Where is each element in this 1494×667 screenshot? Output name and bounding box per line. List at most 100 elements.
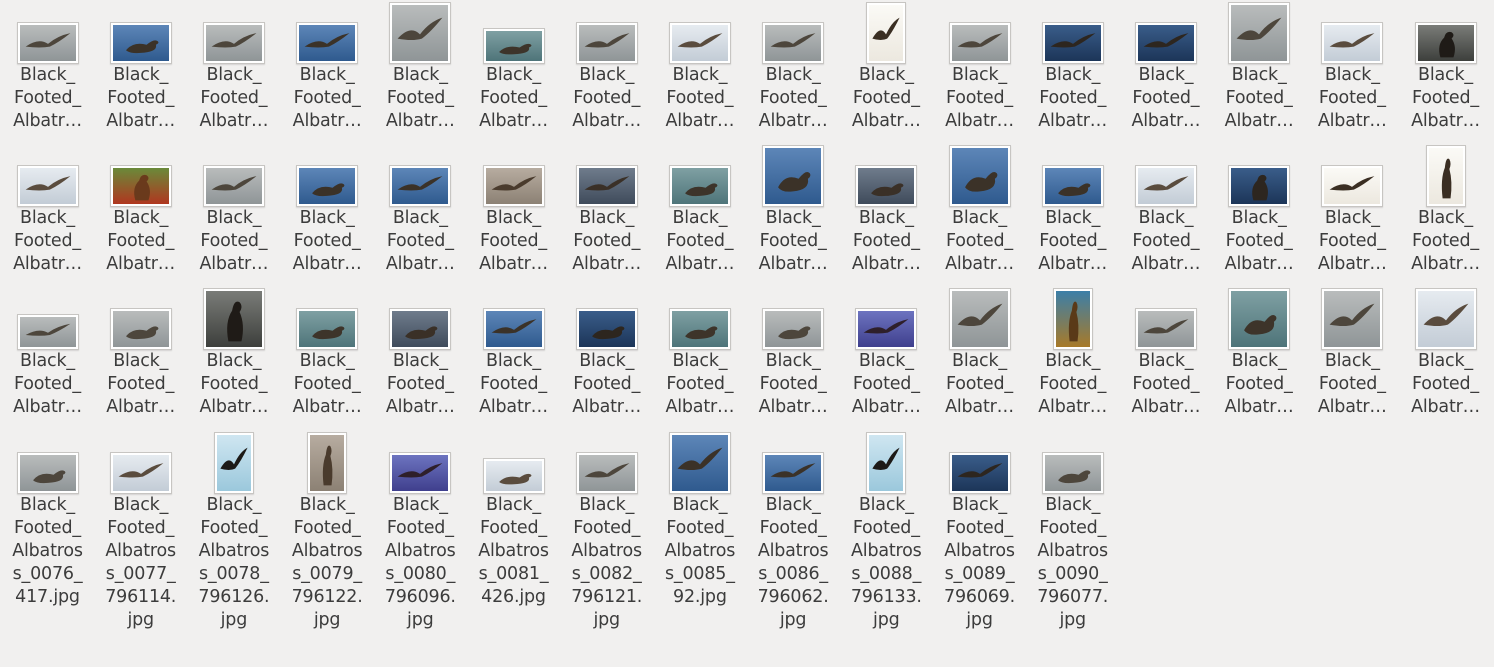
file-name-line: Black_ xyxy=(299,65,355,85)
file-name-line: s_0081_ xyxy=(478,564,549,584)
file-name-line: Black_ xyxy=(206,495,262,515)
file-name-line: Albatr… xyxy=(292,397,362,417)
file-thumbnail[interactable] xyxy=(948,22,1011,64)
bird-photo xyxy=(485,461,542,491)
file-name-line: Black_ xyxy=(1324,208,1380,228)
file-thumbnail[interactable] xyxy=(575,22,638,64)
file-thumbnail[interactable] xyxy=(202,22,265,64)
file-thumbnail[interactable] xyxy=(762,452,825,494)
file-name-label: Black_ Footed_ Albatr… xyxy=(94,350,187,419)
file-thumbnail[interactable] xyxy=(296,308,359,350)
bird-photo xyxy=(578,455,635,491)
file-name-line: Black_ xyxy=(858,208,914,228)
file-thumbnail[interactable] xyxy=(482,165,545,207)
file-thumbnail[interactable] xyxy=(948,288,1011,350)
file-thumbnail[interactable] xyxy=(762,308,825,350)
file-name-line: Black_ xyxy=(206,351,262,371)
file-thumbnail[interactable] xyxy=(1134,308,1197,350)
file-thumbnail[interactable] xyxy=(1321,288,1384,350)
bird-photo xyxy=(1324,168,1381,204)
file-thumbnail[interactable] xyxy=(16,165,79,207)
file-thumbnail[interactable] xyxy=(866,2,907,64)
file-name-line: 796133. xyxy=(850,587,922,607)
file-thumbnail[interactable] xyxy=(482,458,545,494)
file-name-label: Black_ Footed_ Albatr… xyxy=(1306,207,1399,276)
file-name-label: Black_ Footed_ Albatr… xyxy=(94,64,187,133)
file-thumbnail[interactable] xyxy=(482,308,545,350)
file-name-line: Albatr… xyxy=(1038,111,1108,131)
file-thumbnail[interactable] xyxy=(1414,288,1477,350)
file-thumbnail[interactable] xyxy=(389,452,452,494)
bird-photo xyxy=(112,25,169,61)
file-name-line: Black_ xyxy=(206,208,262,228)
file-thumbnail[interactable] xyxy=(1134,22,1197,64)
file-thumbnail[interactable] xyxy=(1228,165,1291,207)
file-thumbnail[interactable] xyxy=(202,165,265,207)
file-thumbnail[interactable] xyxy=(575,452,638,494)
file-thumbnail[interactable] xyxy=(668,308,731,350)
file-thumbnail[interactable] xyxy=(948,145,1011,207)
file-thumbnail[interactable] xyxy=(1414,22,1477,64)
file-name-line: Black_ xyxy=(206,65,262,85)
file-thumbnail[interactable] xyxy=(213,432,254,494)
file-thumbnail[interactable] xyxy=(1321,22,1384,64)
file-thumbnail[interactable] xyxy=(1041,452,1104,494)
file-thumbnail[interactable] xyxy=(1425,145,1466,207)
file-thumbnail[interactable] xyxy=(575,165,638,207)
file-thumbnail[interactable] xyxy=(668,22,731,64)
file-name-line: Footed_ xyxy=(200,231,268,251)
file-thumbnail[interactable] xyxy=(855,165,918,207)
file-name-line: Black_ xyxy=(1231,65,1287,85)
bird-photo xyxy=(858,311,915,347)
file-name-line: Albatr… xyxy=(1131,254,1201,274)
file-thumbnail[interactable] xyxy=(866,432,907,494)
file-name-line: Albatr… xyxy=(106,111,176,131)
file-thumbnail[interactable] xyxy=(762,22,825,64)
file-thumbnail[interactable] xyxy=(855,308,918,350)
file-thumbnail[interactable] xyxy=(948,452,1011,494)
file-thumbnail[interactable] xyxy=(389,2,452,64)
file-thumbnail[interactable] xyxy=(1052,288,1093,350)
file-thumbnail[interactable] xyxy=(296,22,359,64)
file-thumbnail[interactable] xyxy=(389,165,452,207)
file-name-line: Footed_ xyxy=(852,231,920,251)
file-thumbnail[interactable] xyxy=(202,288,265,350)
file-name-line: Footed_ xyxy=(946,518,1013,538)
file-thumbnail[interactable] xyxy=(389,308,452,350)
file-thumbnail[interactable] xyxy=(109,308,172,350)
file-name-label: Black_ Footed_ Albatros s_0081_ 426.jpg xyxy=(467,494,560,609)
file-thumbnail[interactable] xyxy=(668,165,731,207)
file-thumbnail[interactable] xyxy=(668,432,731,494)
file-thumbnail[interactable] xyxy=(1228,2,1291,64)
file-thumbnail[interactable] xyxy=(1041,165,1104,207)
file-name-line: Black_ xyxy=(486,208,541,228)
file-thumbnail[interactable] xyxy=(1134,165,1197,207)
file-thumbnail[interactable] xyxy=(482,28,545,64)
file-name-label: Black_ Footed_ Albatr… xyxy=(467,350,560,419)
file-thumbnail[interactable] xyxy=(16,452,79,494)
file-thumbnail[interactable] xyxy=(109,452,172,494)
file-thumbnail[interactable] xyxy=(575,308,638,350)
file-name-label: Black_ Footed_ Albatros s_0079_ 796122. jpg xyxy=(281,494,374,632)
file-thumbnail[interactable] xyxy=(16,22,79,64)
file-name-label: Black_ Footed_ Albatr… xyxy=(281,64,374,133)
file-name-label: Black_ Footed_ Albatr… xyxy=(1,64,94,133)
file-name-line: Footed_ xyxy=(573,374,641,394)
file-thumbnail[interactable] xyxy=(296,165,359,207)
file-name-line: Black_ xyxy=(20,208,75,228)
file-name-line: Albatr… xyxy=(199,254,269,274)
file-name-line: Albatr… xyxy=(199,111,269,131)
file-thumbnail[interactable] xyxy=(109,165,172,207)
file-name-line: Black_ xyxy=(672,495,728,515)
file-thumbnail[interactable] xyxy=(1228,288,1291,350)
file-thumbnail[interactable] xyxy=(1321,165,1384,207)
bird-photo xyxy=(1231,291,1288,347)
file-name-label: Black_ Footed_ Albatros s_0082_ 796121. jpg xyxy=(560,494,653,632)
file-name-line: Footed_ xyxy=(1039,88,1107,108)
file-thumbnail[interactable] xyxy=(762,145,825,207)
file-name-line: Albatr… xyxy=(1317,111,1387,131)
file-thumbnail[interactable] xyxy=(1041,22,1104,64)
file-thumbnail[interactable] xyxy=(307,432,348,494)
file-thumbnail[interactable] xyxy=(16,314,79,350)
file-thumbnail[interactable] xyxy=(109,22,172,64)
